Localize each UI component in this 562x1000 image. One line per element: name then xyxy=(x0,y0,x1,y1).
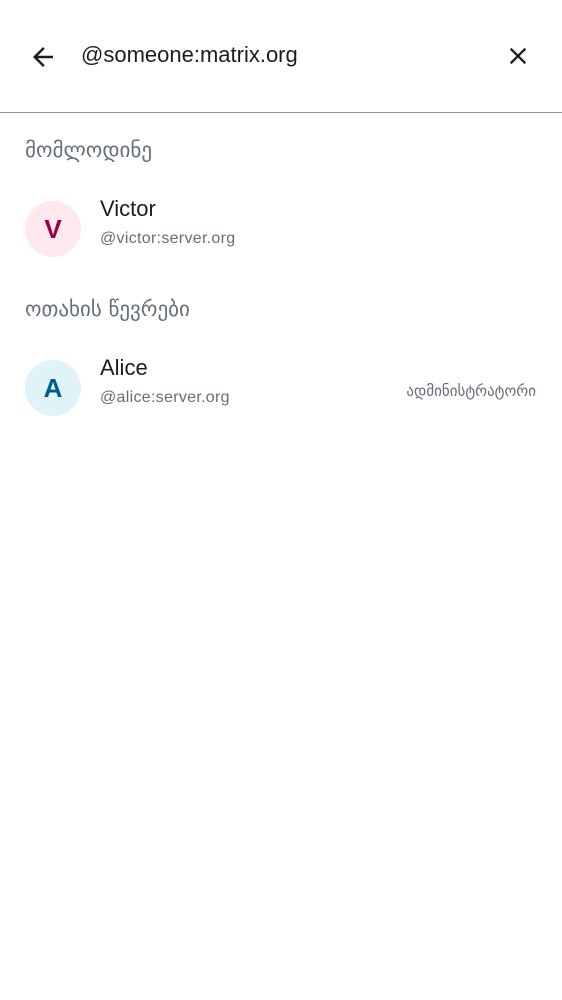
search-input[interactable]: @someone:matrix.org xyxy=(81,42,298,68)
member-name: Victor xyxy=(100,196,156,221)
arrow-left-icon[interactable] xyxy=(28,42,58,72)
role-badge: ადმინისტრატორი xyxy=(406,382,536,400)
member-row-victor[interactable]: V Victor @victor:server.org xyxy=(0,193,562,263)
search-bar: @someone:matrix.org xyxy=(0,0,562,113)
section-header-room-members: ოთახის წევრები xyxy=(25,297,190,321)
avatar: V xyxy=(25,201,81,257)
member-id: @victor:server.org xyxy=(100,230,236,247)
member-row-alice[interactable]: A Alice @alice:server.org ადმინისტრატორი xyxy=(0,352,562,422)
section-header-pending: მომლოდინე xyxy=(25,138,152,162)
avatar: A xyxy=(25,360,81,416)
close-icon[interactable] xyxy=(504,42,532,70)
member-name: Alice xyxy=(100,355,148,380)
member-id: @alice:server.org xyxy=(100,389,230,406)
